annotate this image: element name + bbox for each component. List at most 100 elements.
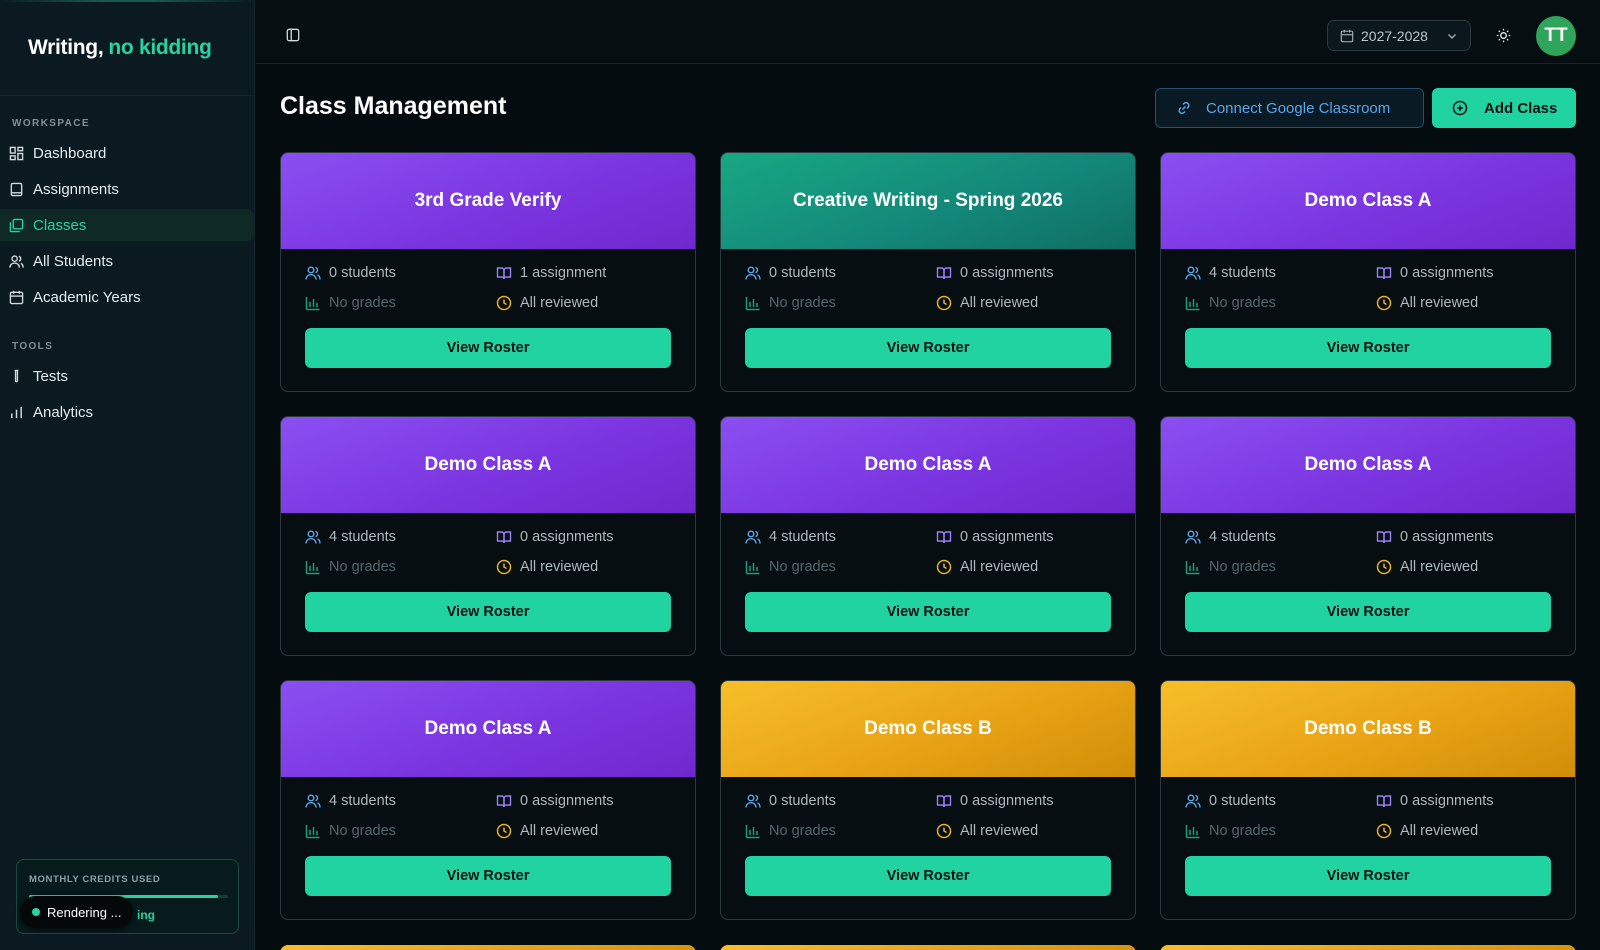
class-card[interactable]: Demo Class A 4 students 0 assignments No gr… [720, 416, 1136, 656]
view-roster-label: View Roster [886, 340, 970, 356]
class-name: Demo Class B [1304, 718, 1432, 739]
sidebar-toggle-icon[interactable] [286, 28, 300, 42]
assignment-count: 1 assignment [496, 264, 676, 282]
assignment-count-text: 0 assignments [1400, 793, 1494, 809]
grades-status-text: No grades [329, 295, 396, 311]
sidebar-item-all-students[interactable]: All Students [0, 245, 254, 277]
view-roster-button[interactable]: View Roster [305, 328, 671, 368]
class-card[interactable]: Demo Class B 0 students 0 assignments No gr… [1160, 680, 1576, 920]
student-count: 0 students [305, 264, 496, 282]
users-icon [745, 794, 761, 808]
class-card[interactable]: Demo Class A 4 students 0 assignments No gr… [280, 680, 696, 920]
brand-logo[interactable]: Writing, no kidding [0, 0, 254, 96]
grades-status-text: No grades [769, 559, 836, 575]
class-card[interactable]: Demo Class A 4 students 0 assignments No gr… [1160, 152, 1576, 392]
class-grid: 3rd Grade Verify 0 students 1 assignment No… [280, 152, 1576, 920]
sidebar-item-assignments[interactable]: Assignments [0, 173, 254, 205]
sidebar-item-analytics[interactable]: Analytics [0, 396, 254, 428]
view-roster-button[interactable]: View Roster [1185, 592, 1551, 632]
bar-chart-icon [305, 561, 320, 575]
class-card[interactable]: Demo Class B 0 students 0 assignments No gr… [720, 680, 1136, 920]
bar-chart-icon [745, 825, 760, 839]
grades-status-text: No grades [1209, 823, 1276, 839]
sidebar-item-label: All Students [33, 252, 114, 270]
grades-status-text: No grades [1209, 295, 1276, 311]
assignment-count: 0 assignments [936, 264, 1116, 282]
bar-chart-icon [1185, 825, 1200, 839]
theme-toggle-sun-icon[interactable] [1496, 28, 1511, 43]
grades-status: No grades [745, 294, 936, 312]
add-class-button[interactable]: Add Class [1432, 88, 1576, 128]
class-card-partial [280, 945, 696, 950]
view-roster-button[interactable]: View Roster [745, 328, 1111, 368]
class-card-header[interactable]: Demo Class B [721, 681, 1135, 777]
student-count-text: 4 students [329, 793, 396, 809]
grades-status: No grades [745, 822, 936, 840]
toast-label: Rendering ... [47, 904, 122, 920]
grades-status-text: No grades [1209, 559, 1276, 575]
assignment-count: 0 assignments [936, 528, 1116, 546]
class-card-header[interactable]: Demo Class A [1161, 417, 1575, 513]
users-icon [305, 794, 321, 808]
class-card[interactable]: 3rd Grade Verify 0 students 1 assignment No… [280, 152, 696, 392]
rendering-toast: Rendering ... [20, 896, 133, 928]
view-roster-button[interactable]: View Roster [305, 856, 671, 896]
class-card-header[interactable]: Demo Class A [1161, 153, 1575, 249]
class-stats: 0 students 1 assignment No grades All revie… [305, 264, 675, 312]
sidebar-item-dashboard[interactable]: Dashboard [0, 137, 254, 169]
class-name: Demo Class A [424, 718, 552, 739]
view-roster-button[interactable]: View Roster [1185, 856, 1551, 896]
student-count: 4 students [305, 792, 496, 810]
class-card-header[interactable]: Demo Class B [1161, 681, 1575, 777]
review-status-text: All reviewed [520, 295, 599, 311]
sidebar-item-label: Classes [33, 216, 87, 234]
test-tube-icon [14, 369, 19, 382]
student-count-text: 0 students [329, 265, 396, 281]
view-roster-button[interactable]: View Roster [745, 856, 1111, 896]
sidebar-item-label: Dashboard [33, 144, 107, 162]
view-roster-button[interactable]: View Roster [1185, 328, 1551, 368]
credits-subtext: ing [137, 908, 155, 922]
academic-year-select[interactable]: 2027-2028 [1327, 20, 1471, 51]
student-count: 0 students [745, 792, 936, 810]
bar-chart-icon [745, 297, 760, 311]
user-avatar[interactable]: TT [1536, 16, 1576, 56]
sidebar-item-tests[interactable]: Tests [0, 360, 254, 392]
connect-google-classroom-button[interactable]: Connect Google Classroom [1155, 88, 1424, 128]
review-status-text: All reviewed [1400, 823, 1479, 839]
class-card-header[interactable]: 3rd Grade Verify [281, 153, 695, 249]
student-count-text: 0 students [1209, 793, 1276, 809]
class-card-header[interactable]: Demo Class A [281, 681, 695, 777]
class-card-header[interactable]: Demo Class A [281, 417, 695, 513]
assignment-count-text: 0 assignments [960, 793, 1054, 809]
review-status: All reviewed [496, 558, 676, 576]
class-card-header[interactable]: Demo Class A [721, 417, 1135, 513]
view-roster-button[interactable]: View Roster [305, 592, 671, 632]
student-count-text: 4 students [769, 529, 836, 545]
sidebar-item-classes[interactable]: Classes [0, 209, 254, 241]
bar-chart-icon [1185, 561, 1200, 575]
clock-icon [1376, 823, 1392, 839]
student-count-text: 0 students [769, 265, 836, 281]
sidebar-item-label: Analytics [33, 403, 94, 421]
clock-icon [496, 295, 512, 311]
class-card-header[interactable]: Creative Writing - Spring 2026 [721, 153, 1135, 249]
classes-icon [9, 218, 24, 232]
open-book-icon [496, 267, 512, 280]
sidebar-item-academic-years[interactable]: Academic Years [0, 281, 254, 313]
view-roster-label: View Roster [886, 868, 970, 884]
bar-chart-icon [745, 561, 760, 575]
class-card[interactable]: Demo Class A 4 students 0 assignments No gr… [1160, 416, 1576, 656]
users-icon [1185, 530, 1201, 544]
review-status: All reviewed [936, 558, 1116, 576]
grades-status-text: No grades [769, 295, 836, 311]
class-card[interactable]: Demo Class A 4 students 0 assignments No gr… [280, 416, 696, 656]
review-status: All reviewed [496, 822, 676, 840]
bar-chart-icon [11, 406, 22, 418]
view-roster-button[interactable]: View Roster [745, 592, 1111, 632]
class-card[interactable]: Creative Writing - Spring 2026 0 students… [720, 152, 1136, 392]
grades-status: No grades [745, 558, 936, 576]
class-name: Demo Class A [1304, 454, 1432, 475]
assignment-count-text: 0 assignments [1400, 265, 1494, 281]
review-status: All reviewed [1376, 294, 1556, 312]
